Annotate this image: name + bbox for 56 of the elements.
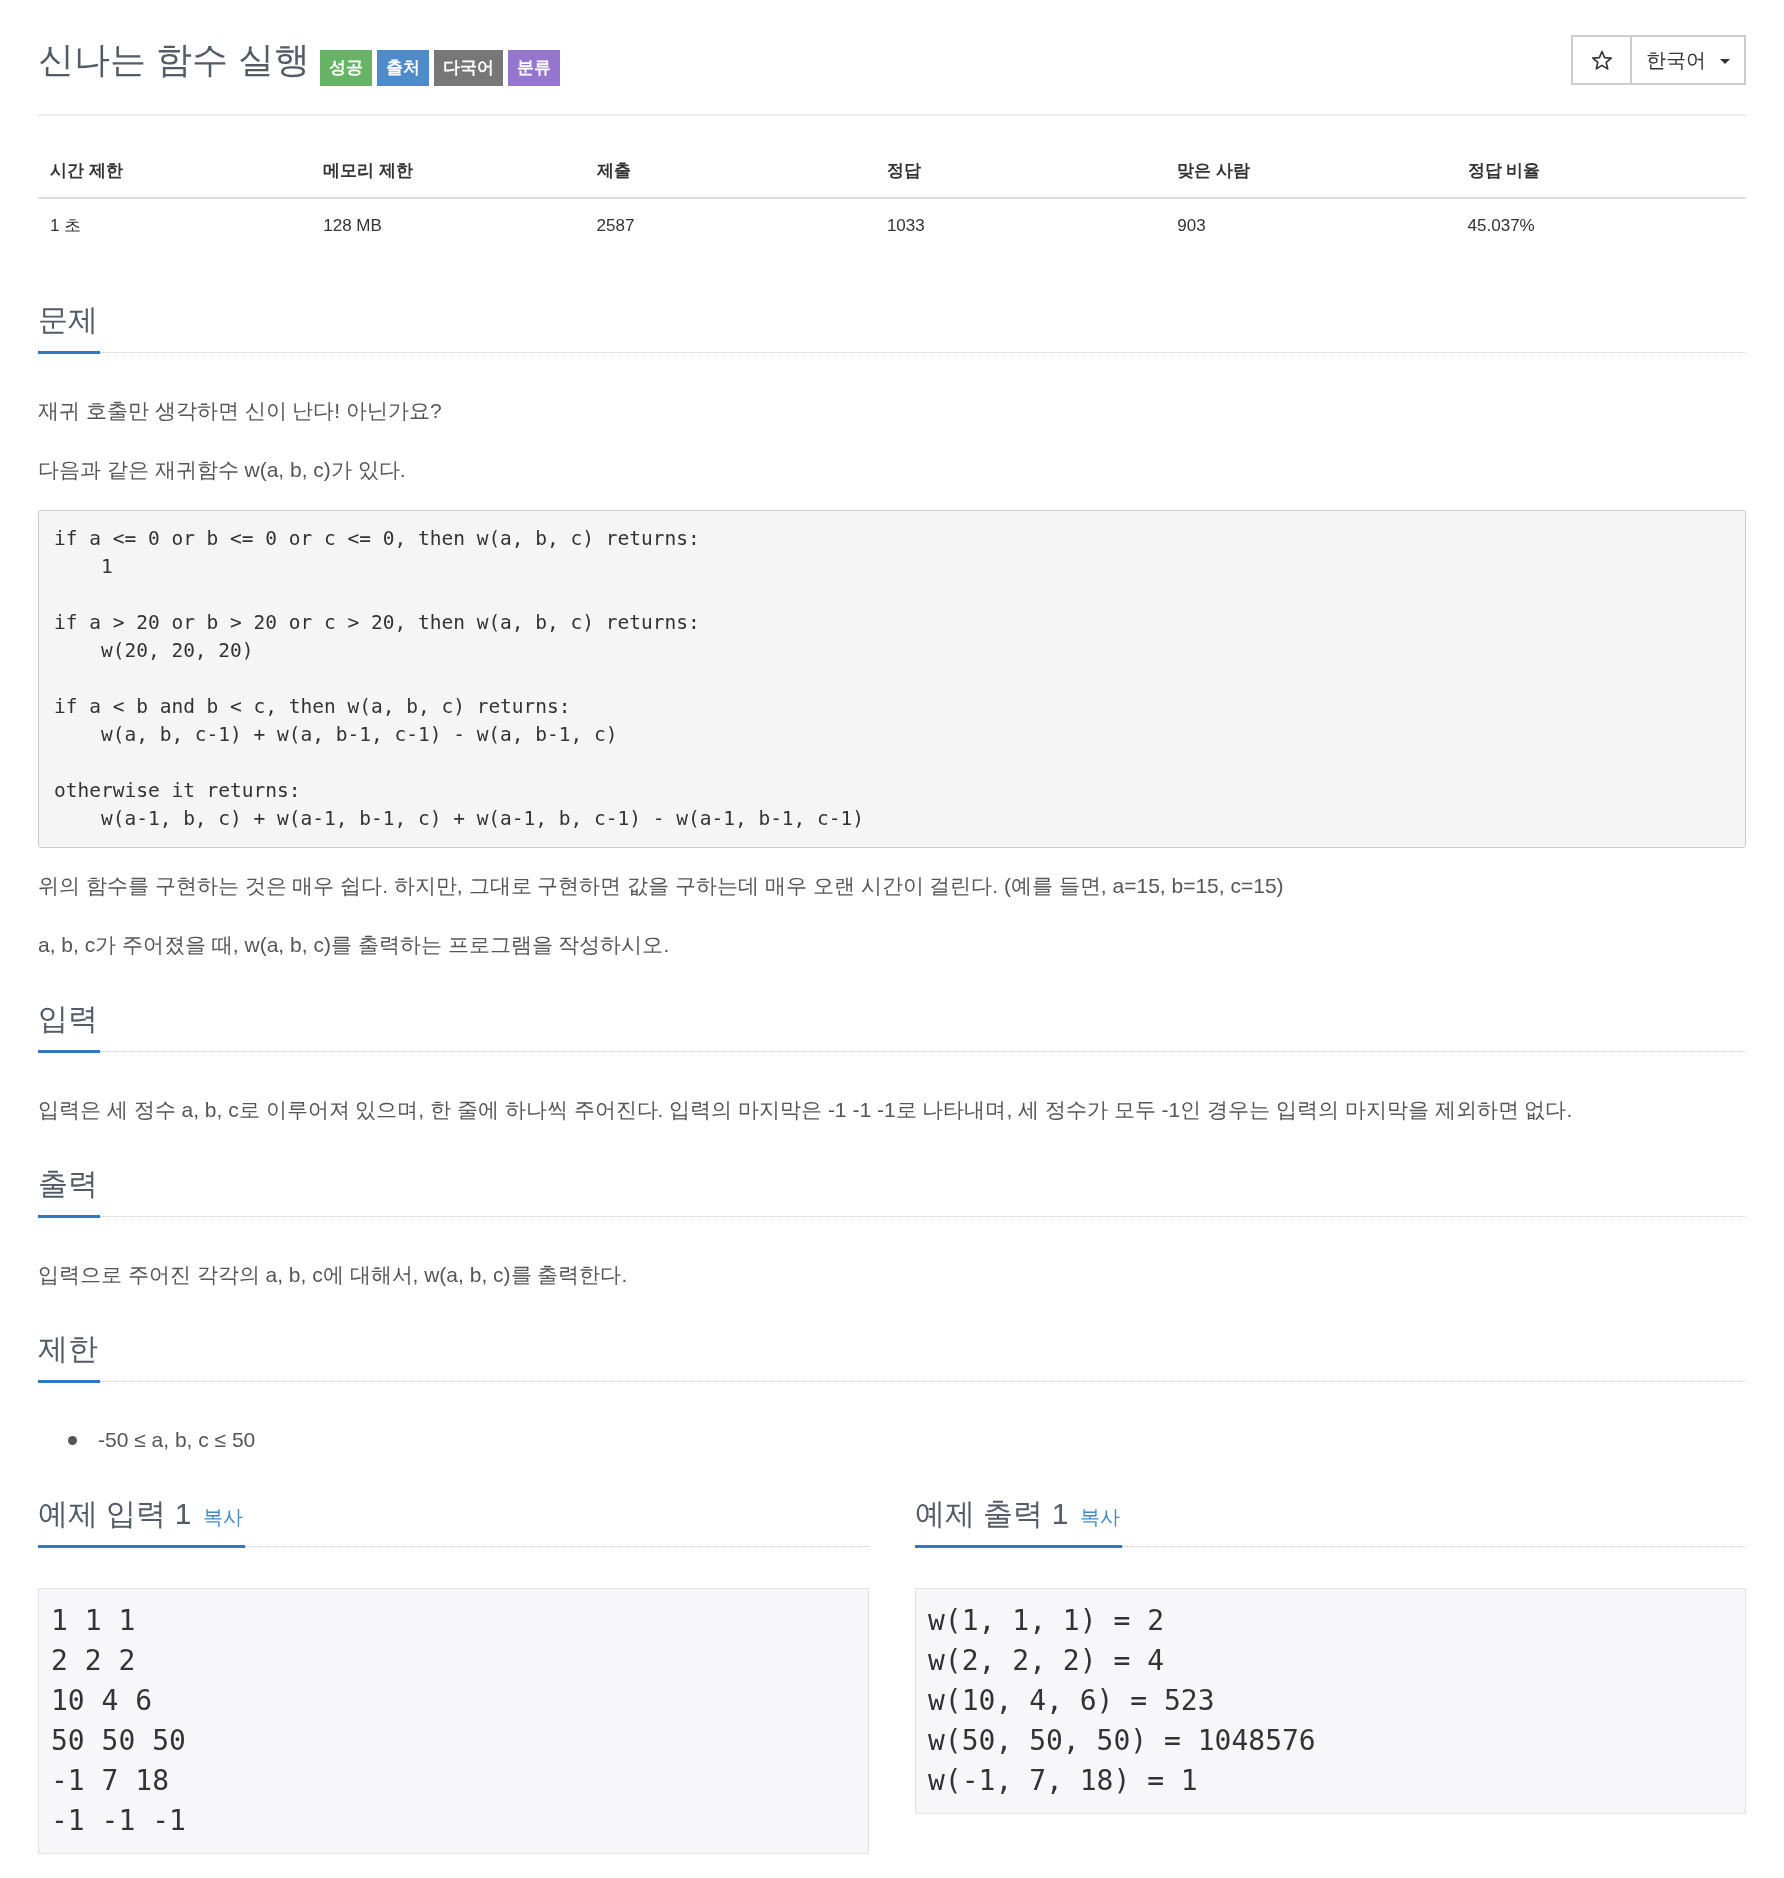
sample-line: w(-1, 7, 18) = 1 xyxy=(928,1763,1198,1799)
problem-tag: 성공 xyxy=(320,50,372,86)
section-title: 제한 xyxy=(38,1331,98,1367)
paragraph: 입력은 세 정수 a, b, c로 이루어져 있으며, 한 줄에 하나씩 주어진다. 입력의 마지막은 -1 -1 -1로 나타내며, 세 정수가 모두 -1인 경우는 입력의 마지막을 제외하면 없다. xyxy=(38,1097,1574,1123)
code-line: if a > 20 or b > 20 or c > 20, then w(a, b, c) returns: xyxy=(54,610,700,636)
list-item-text: -50 ≤ a, b, c ≤ 50 xyxy=(98,1427,256,1453)
column-header: 메모리 제한 xyxy=(311,147,585,198)
paragraph: a, b, c가 주어졌을 때, w(a, b, c)를 출력하는 프로그램을 작성하시오. xyxy=(38,932,671,958)
sample-line: w(1, 1, 1) = 2 xyxy=(928,1603,1164,1639)
copy-link[interactable]: 복사 xyxy=(1080,1502,1121,1532)
table-cell: 128 MB xyxy=(311,198,585,251)
sample-line: 10 4 6 xyxy=(51,1683,153,1719)
code-line: if a <= 0 or b <= 0 or c <= 0, then w(a, b, c) returns: xyxy=(54,526,700,552)
sample-line: w(50, 50, 50) = 1048576 xyxy=(928,1723,1316,1759)
column-header: 정답 비율 xyxy=(1455,147,1746,198)
paragraph: 다음과 같은 재귀함수 w(a, b, c)가 있다. xyxy=(38,457,407,483)
section-title: 문제 xyxy=(38,302,98,338)
table-cell: 1033 xyxy=(874,198,1166,251)
sample-line: 2 2 2 xyxy=(51,1643,136,1679)
sample-line: -1 7 18 xyxy=(51,1763,169,1799)
table-cell: 1 초 xyxy=(38,198,312,251)
sample-line: 1 1 1 xyxy=(51,1603,136,1639)
code-line: w(20, 20, 20) xyxy=(100,638,254,664)
code-line: if a < b and b < c, then w(a, b, c) returns: xyxy=(54,694,571,720)
column-header: 제출 xyxy=(584,147,875,198)
paragraph: 입력으로 주어진 각각의 a, b, c에 대해서, w(a, b, c)를 출력한다. xyxy=(38,1262,629,1288)
problem-tag: 다국어 xyxy=(434,50,503,86)
problem-tag: 분류 xyxy=(508,50,560,86)
sample-line: w(10, 4, 6) = 523 xyxy=(928,1683,1215,1719)
column-header: 맞은 사람 xyxy=(1165,147,1456,198)
code-line: w(a-1, b, c) + w(a-1, b-1, c) + w(a-1, b, c-1) - w(a-1, b-1, c-1) xyxy=(100,806,865,832)
copy-link[interactable]: 복사 xyxy=(203,1502,244,1532)
code-line: 1 xyxy=(100,554,113,580)
table-cell: 903 xyxy=(1165,198,1456,251)
sample-line: w(2, 2, 2) = 4 xyxy=(928,1643,1164,1679)
sample-line: -1 -1 -1 xyxy=(51,1803,186,1839)
section-title: 입력 xyxy=(38,1001,98,1037)
column-header: 정답 xyxy=(874,147,1166,198)
bullet-icon xyxy=(68,1435,77,1445)
caret-icon xyxy=(1720,59,1730,64)
paragraph: 재귀 호출만 생각하면 신이 난다! 아닌가요? xyxy=(38,398,443,424)
column-header: 시간 제한 xyxy=(38,147,312,198)
sample-line: 50 50 50 xyxy=(51,1723,186,1759)
problem-title: 신나는 함수 실행 xyxy=(38,38,310,82)
table-cell: 45.037% xyxy=(1455,198,1746,251)
code-line: w(a, b, c-1) + w(a, b-1, c-1) - w(a, b-1, c) xyxy=(100,722,618,748)
paragraph: 위의 함수를 구현하는 것은 매우 쉽다. 하지만, 그대로 구현하면 값을 구하는데 매우 오랜 시간이 걸린다. (예를 들면, a=15, b=15, c=15) xyxy=(38,873,1285,899)
code-line: otherwise it returns: xyxy=(54,778,301,804)
favorite-button[interactable] xyxy=(1571,35,1632,85)
section-title: 출력 xyxy=(38,1166,98,1202)
star-icon xyxy=(1590,49,1613,71)
language-dropdown[interactable]: 한국어 xyxy=(1632,35,1746,85)
section-title: 예제 출력 1 xyxy=(915,1496,1069,1532)
table-cell: 2587 xyxy=(584,198,875,251)
section-title: 예제 입력 1 xyxy=(38,1496,192,1532)
problem-tag: 출처 xyxy=(377,50,429,86)
